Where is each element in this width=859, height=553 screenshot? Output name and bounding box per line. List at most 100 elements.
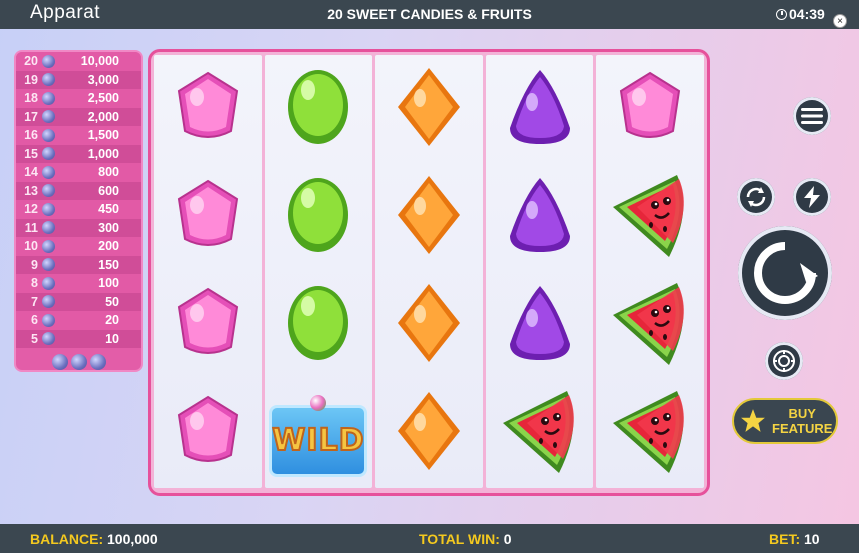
green-candy-symbol bbox=[275, 278, 361, 374]
candy-ball-icon bbox=[42, 239, 55, 253]
paytable-count: 13 bbox=[24, 183, 38, 198]
lightning-icon bbox=[804, 186, 820, 208]
clock: 04:39 bbox=[776, 6, 825, 22]
pink-candy-icon bbox=[173, 393, 243, 474]
bet-settings-button[interactable] bbox=[765, 342, 803, 380]
paytable-count: 18 bbox=[24, 91, 38, 106]
paytable-count: 5 bbox=[31, 331, 38, 346]
purple-candy-icon bbox=[506, 284, 574, 367]
paytable-payout: 2,000 bbox=[87, 109, 119, 124]
clock-icon bbox=[776, 8, 787, 20]
paytable-count: 10 bbox=[24, 239, 38, 254]
paytable-count: 9 bbox=[31, 257, 38, 272]
chip-icon bbox=[773, 350, 795, 372]
paytable-scatter-icons bbox=[16, 354, 141, 370]
green-candy-icon bbox=[286, 284, 350, 367]
candy-ball-icon bbox=[89, 354, 106, 370]
paytable-count: 19 bbox=[24, 72, 38, 87]
pink-candy-symbol bbox=[165, 278, 251, 374]
total-win: TOTAL WIN: 0 bbox=[419, 531, 512, 547]
paytable-row: 9 150 bbox=[16, 255, 141, 274]
wild-icon: WILD bbox=[269, 394, 368, 477]
reel bbox=[596, 55, 704, 488]
reel bbox=[375, 55, 483, 488]
buy-label-line2: FEATURE bbox=[772, 421, 833, 436]
candy-ball-icon bbox=[42, 295, 55, 309]
green-candy-icon bbox=[286, 176, 350, 259]
star-icon bbox=[741, 409, 765, 432]
wild-label: WILD bbox=[271, 422, 365, 459]
bet: BET: 10 bbox=[769, 531, 820, 547]
buy-feature-label: BUY FEATURE bbox=[772, 406, 832, 436]
buy-label-line1: BUY bbox=[788, 406, 816, 421]
paytable-row: 18 2,500 bbox=[16, 89, 141, 108]
purple-candy-icon bbox=[506, 176, 574, 259]
spin-button[interactable] bbox=[738, 226, 832, 320]
pink-candy-symbol bbox=[165, 61, 251, 157]
orange-candy-symbol bbox=[386, 61, 472, 157]
paytable-count: 11 bbox=[24, 220, 38, 235]
paytable-payout: 150 bbox=[98, 257, 119, 272]
turbo-button[interactable] bbox=[793, 178, 831, 216]
paytable-row: 20 10,000 bbox=[16, 52, 141, 71]
paytable-row: 12 450 bbox=[16, 200, 141, 219]
paytable-count: 15 bbox=[24, 146, 38, 161]
autoplay-button[interactable] bbox=[737, 178, 775, 216]
paytable-row: 8 100 bbox=[16, 274, 141, 293]
purple-candy-symbol bbox=[497, 61, 583, 157]
pink-candy-icon bbox=[173, 177, 243, 258]
total-win-value: 0 bbox=[503, 531, 512, 547]
pink-candy-symbol bbox=[165, 386, 251, 482]
bet-value: 10 bbox=[804, 531, 820, 547]
paytable-payout: 10,000 bbox=[80, 54, 119, 69]
candy-ball-icon bbox=[42, 276, 55, 290]
paytable-count: 8 bbox=[31, 276, 38, 291]
candy-ball-icon bbox=[42, 91, 55, 105]
top-bar: Apparat 20 SWEET CANDIES & FRUITS 04:39 … bbox=[0, 0, 859, 29]
reel: WILD bbox=[264, 55, 373, 488]
orange-candy-icon bbox=[396, 282, 462, 369]
paytable-payout: 600 bbox=[98, 183, 119, 198]
balance-value: 100,000 bbox=[107, 531, 158, 547]
paytable-payout: 100 bbox=[98, 276, 119, 291]
paytable-row: 5 10 bbox=[16, 329, 141, 348]
paytable-count: 16 bbox=[24, 128, 38, 143]
purple-candy-symbol bbox=[497, 278, 583, 374]
candy-ball-icon bbox=[42, 184, 55, 198]
purple-candy-icon bbox=[506, 68, 574, 151]
reels: WILD bbox=[154, 55, 704, 488]
paytable-row: 7 50 bbox=[16, 292, 141, 311]
paytable-payout: 10 bbox=[105, 331, 119, 346]
paytable-payout: 800 bbox=[98, 165, 119, 180]
paytable-row: 6 20 bbox=[16, 311, 141, 330]
pink-candy-icon bbox=[173, 285, 243, 366]
paytable-row: 14 800 bbox=[16, 163, 141, 182]
candy-ball-icon bbox=[42, 147, 55, 161]
pink-candy-symbol bbox=[607, 61, 693, 157]
watermelon-icon bbox=[607, 169, 693, 266]
buy-feature-button[interactable]: BUY FEATURE bbox=[732, 398, 838, 444]
clock-time: 04:39 bbox=[789, 6, 825, 22]
menu-button[interactable] bbox=[793, 97, 831, 135]
spin-icon bbox=[754, 242, 818, 304]
paytable-count: 20 bbox=[24, 54, 38, 69]
orange-candy-icon bbox=[396, 390, 462, 477]
bottom-bar: BALANCE: 100,000 TOTAL WIN: 0 BET: 10 bbox=[0, 524, 859, 553]
paytable-row: 13 600 bbox=[16, 181, 141, 200]
close-button[interactable]: × bbox=[833, 14, 847, 28]
paytable-payout: 1,000 bbox=[87, 146, 119, 161]
paytable-count: 6 bbox=[31, 313, 38, 328]
paytable: 20 10,000 19 3,000 18 2,500 17 2,000 16 1,500 15 1,… bbox=[14, 50, 143, 372]
paytable-payout: 450 bbox=[98, 202, 119, 217]
paytable-payout: 2,500 bbox=[87, 91, 119, 106]
paytable-count: 12 bbox=[24, 202, 38, 217]
paytable-row: 19 3,000 bbox=[16, 70, 141, 89]
paytable-row: 11 300 bbox=[16, 218, 141, 237]
paytable-count: 7 bbox=[31, 294, 38, 309]
green-candy-icon bbox=[286, 68, 350, 151]
paytable-count: 17 bbox=[24, 109, 38, 124]
candy-ball-icon bbox=[42, 313, 55, 327]
candy-ball-icon bbox=[42, 258, 55, 272]
paytable-payout: 1,500 bbox=[87, 128, 119, 143]
pink-candy-symbol bbox=[165, 169, 251, 265]
